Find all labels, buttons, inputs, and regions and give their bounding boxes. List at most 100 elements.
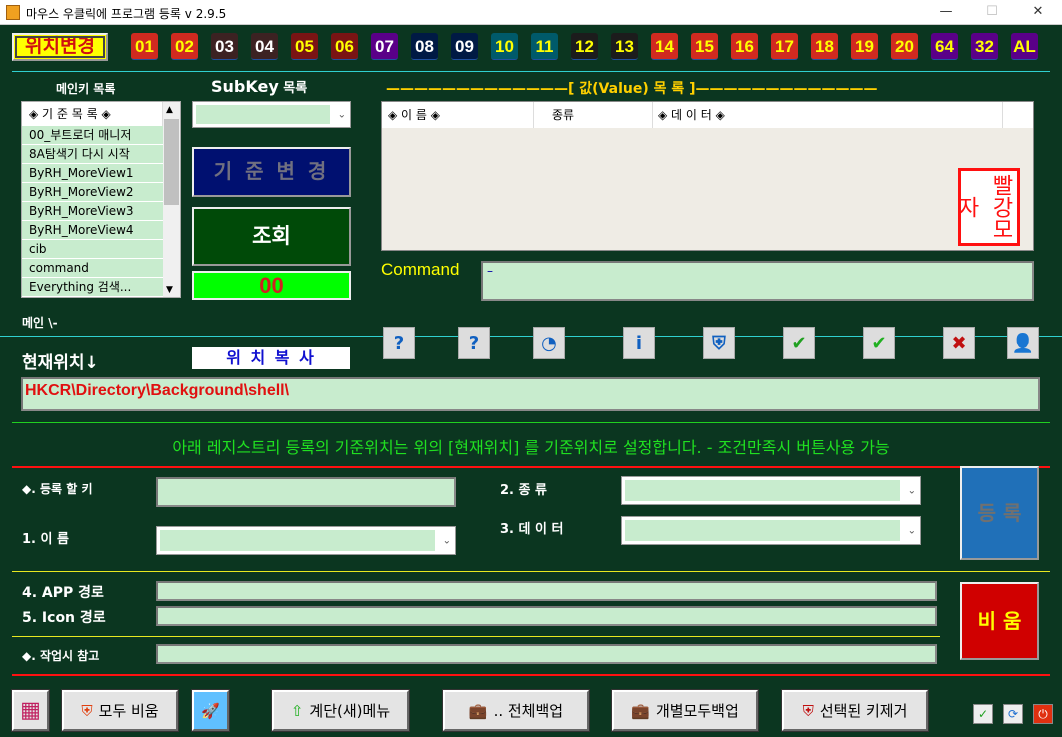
position-change-button[interactable]: 위치변경 xyxy=(12,33,108,61)
rocket-button[interactable]: 🚀 xyxy=(191,689,230,732)
power-button[interactable]: ⏻ xyxy=(1033,704,1053,724)
key-field[interactable] xyxy=(156,477,456,507)
scrollbar[interactable]: ▲ ▼ xyxy=(163,102,180,297)
slot-button-19[interactable]: 19 xyxy=(851,33,878,60)
slot-button-12[interactable]: 12 xyxy=(571,33,598,60)
slot-button-64[interactable]: 64 xyxy=(931,33,958,60)
slot-button-04[interactable]: 04 xyxy=(251,33,278,60)
list-item[interactable]: Everything 검색... xyxy=(22,278,163,297)
delete-selected-button[interactable]: ⛨ 선택된 키제거 xyxy=(781,689,929,732)
base-change-button[interactable]: 기 준 변 경 xyxy=(192,147,351,197)
mainkey-list-header: ◈ 기 준 목 록 ◈ xyxy=(22,102,163,126)
type-combo[interactable]: ⌄ xyxy=(621,476,921,505)
help-circle-button[interactable]: ? xyxy=(383,327,415,359)
shield-globe-button[interactable]: ⛨ xyxy=(703,327,735,359)
copy-position-button[interactable]: 위 치 복 사 xyxy=(192,347,350,369)
clear-all-button[interactable]: ⛨ 모두 비움 xyxy=(61,689,179,732)
icon-path-field[interactable] xyxy=(156,606,937,626)
cascade-menu-button[interactable]: ⇧ 계단(새)메뉴 xyxy=(271,689,410,732)
window-title: 마우스 우클릭에 프로그램 등록 v 2.9.5 xyxy=(26,7,227,21)
users-check-button[interactable]: ✔ xyxy=(783,327,815,359)
check-circle-icon: ✔ xyxy=(871,332,887,354)
slot-button-08[interactable]: 08 xyxy=(411,33,438,60)
list-item[interactable]: 8A탐색기 다시 시작 xyxy=(22,145,163,164)
current-path-field[interactable]: HKCR\Directory\Background\shell\ xyxy=(21,377,1040,411)
note-label: ◆. 작업시 참고 xyxy=(22,649,100,663)
clock-arrow-button[interactable]: ◔ xyxy=(533,327,565,359)
list-item[interactable]: ByRH_MoreView4 xyxy=(22,221,163,240)
cubes-icon: ▦ xyxy=(20,698,41,723)
slot-button-07[interactable]: 07 xyxy=(371,33,398,60)
values-list[interactable]: ◈ 이 름 ◈ 종류 ◈ 데 이 터 ◈ 빨강모자 xyxy=(381,101,1034,251)
list-item[interactable]: ByRH_MoreView1 xyxy=(22,164,163,183)
info-button[interactable]: i xyxy=(623,327,655,359)
mainkey-list[interactable]: ◈ 기 준 목 록 ◈ 00_부트로더 매니저 8A탐색기 다시 시작 ByRH_M… xyxy=(21,101,181,298)
minimize-button[interactable]: — xyxy=(936,4,956,19)
column-name[interactable]: ◈ 이 름 ◈ xyxy=(382,102,534,128)
list-item[interactable]: ByRH_MoreView3 xyxy=(22,202,163,221)
app-path-label: 4. APP 경로 xyxy=(22,585,104,601)
slot-button-05[interactable]: 05 xyxy=(291,33,318,60)
slot-button-17[interactable]: 17 xyxy=(771,33,798,60)
app-logo-button[interactable]: ▦ xyxy=(11,689,50,732)
slot-button-20[interactable]: 20 xyxy=(891,33,918,60)
scroll-up-icon[interactable]: ▲ xyxy=(166,105,173,115)
clear-button[interactable]: 비 움 xyxy=(960,582,1039,660)
cascade-menu-label: 계단(새)메뉴 xyxy=(309,702,391,720)
full-backup-label: .. 전체백업 xyxy=(493,702,564,720)
individual-backup-label: 개별모두백업 xyxy=(655,702,739,720)
note-field[interactable] xyxy=(156,644,937,664)
current-position-label: 현재위치↓ xyxy=(22,353,99,373)
slot-button-02[interactable]: 02 xyxy=(171,33,198,60)
register-button[interactable]: 등 록 xyxy=(960,466,1039,560)
check-circle-button[interactable]: ✔ xyxy=(863,327,895,359)
slot-button-11[interactable]: 11 xyxy=(531,33,558,60)
list-item[interactable]: 00_부트로더 매니저 xyxy=(22,126,163,145)
lookup-button[interactable]: 조회 xyxy=(192,207,351,266)
list-item[interactable]: cib xyxy=(22,240,163,259)
close-button[interactable]: ✕ xyxy=(1028,4,1048,19)
shield-globe-icon: ⛨ xyxy=(712,332,726,354)
slot-button-06[interactable]: 06 xyxy=(331,33,358,60)
list-item[interactable]: ByRH_MoreView2 xyxy=(22,183,163,202)
column-data[interactable]: ◈ 데 이 터 ◈ xyxy=(653,102,1003,128)
slot-button-03[interactable]: 03 xyxy=(211,33,238,60)
slot-button-13[interactable]: 13 xyxy=(611,33,638,60)
name-label: 1. 이 름 xyxy=(22,532,69,547)
slot-button-AL[interactable]: AL xyxy=(1011,33,1038,60)
shield-x-button[interactable]: ✖ xyxy=(943,327,975,359)
app-path-field[interactable] xyxy=(156,581,937,601)
slot-button-01[interactable]: 01 xyxy=(131,33,158,60)
delete-selected-label: 선택된 키제거 xyxy=(819,702,908,720)
individual-backup-button[interactable]: 💼 개별모두백업 xyxy=(611,689,759,732)
briefcase-icon: 💼 xyxy=(631,701,650,720)
shield-help-button[interactable]: ? xyxy=(458,327,490,359)
refresh-button[interactable]: ⟳ xyxy=(1003,704,1023,724)
slot-button-10[interactable]: 10 xyxy=(491,33,518,60)
slot-button-15[interactable]: 15 xyxy=(691,33,718,60)
slot-button-32[interactable]: 32 xyxy=(971,33,998,60)
column-type[interactable]: 종류 xyxy=(534,102,653,128)
slot-button-18[interactable]: 18 xyxy=(811,33,838,60)
scroll-thumb[interactable] xyxy=(164,119,179,205)
slot-button-14[interactable]: 14 xyxy=(651,33,678,60)
windows-shield-icon: ⛨ xyxy=(81,701,93,720)
divider xyxy=(12,674,1050,676)
list-item[interactable]: command xyxy=(22,259,163,278)
info-icon: i xyxy=(635,332,643,354)
user-button[interactable]: 👤 xyxy=(1007,327,1039,359)
app-icon xyxy=(6,5,20,20)
slot-button-16[interactable]: 16 xyxy=(731,33,758,60)
slot-button-09[interactable]: 09 xyxy=(451,33,478,60)
maximize-button[interactable]: ☐ xyxy=(982,4,1002,19)
subkey-combo[interactable]: ⌄ xyxy=(192,101,351,128)
command-field[interactable]: – xyxy=(481,261,1034,301)
scroll-down-icon[interactable]: ▼ xyxy=(166,285,173,295)
subkey-value xyxy=(196,105,330,124)
values-header: ◈ 이 름 ◈ 종류 ◈ 데 이 터 ◈ xyxy=(382,102,1033,128)
values-title: —————————————[ 값(Value) 목 록 ]———————————… xyxy=(386,81,878,97)
data-combo[interactable]: ⌄ xyxy=(621,516,921,545)
name-combo[interactable]: ⌄ xyxy=(156,526,456,555)
check-small-button[interactable]: ✓ xyxy=(973,704,993,724)
full-backup-button[interactable]: 💼 .. 전체백업 xyxy=(442,689,590,732)
